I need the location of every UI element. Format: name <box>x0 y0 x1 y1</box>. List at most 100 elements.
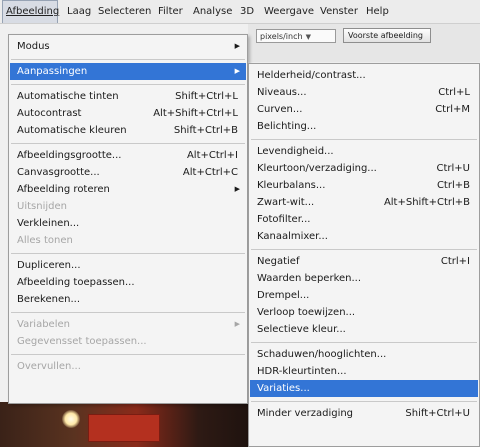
menu-item-label: Zwart-wit... <box>257 197 315 208</box>
image-menu-item-overvullen: Overvullen... <box>10 358 246 375</box>
menu-separator <box>11 253 245 254</box>
adjustments-item-fotofilter[interactable]: Fotofilter... <box>250 211 478 228</box>
menubar-item-analyse[interactable]: Analyse <box>193 0 232 23</box>
menu-item-label: Uitsnijden <box>17 201 67 212</box>
menu-item-label: HDR-kleurtinten... <box>257 366 347 377</box>
adjustments-item-belichting[interactable]: Belichting... <box>250 118 478 135</box>
menu-item-label: Negatief <box>257 256 300 267</box>
menu-item-label: Minder verzadiging <box>257 408 354 419</box>
adjustments-item-drempel[interactable]: Drempel... <box>250 287 478 304</box>
menu-bar: Afbeelding Laag Selecteren Filter Analyse 3D W… <box>0 0 480 24</box>
menu-item-label: Belichting... <box>257 121 317 132</box>
menu-item-shortcut: Alt+Shift+Ctrl+L <box>153 108 238 119</box>
lamp-highlight <box>62 410 80 428</box>
menu-item-label: Variaties... <box>257 383 310 394</box>
adjustments-item-kanaalmixer[interactable]: Kanaalmixer... <box>250 228 478 245</box>
menu-item-label: Verloop toewijzen... <box>257 307 356 318</box>
image-menu-item-berekenen[interactable]: Berekenen... <box>10 291 246 308</box>
image-menu-item-gegevensset-toepassen: Gegevensset toepassen... <box>10 333 246 350</box>
image-menu-item-dupliceren[interactable]: Dupliceren... <box>10 257 246 274</box>
submenu-arrow-icon: ▶ <box>234 42 240 50</box>
menu-separator <box>251 249 477 250</box>
adjustments-item-selectieve-kleur[interactable]: Selectieve kleur... <box>250 321 478 338</box>
resolution-unit-value: pixels/inch <box>260 32 303 41</box>
menu-item-shortcut: Ctrl+B <box>436 180 470 191</box>
image-menu-item-verkleinen[interactable]: Verkleinen... <box>10 215 246 232</box>
image-menu-item-automatische-tinten[interactable]: Automatische tinten Shift+Ctrl+L <box>10 88 246 105</box>
image-menu-item-uitsnijden: Uitsnijden <box>10 198 246 215</box>
adjustments-item-helderheid-contrast[interactable]: Helderheid/contrast... <box>250 67 478 84</box>
menu-item-label: Variabelen <box>17 319 70 330</box>
menu-item-shortcut: Ctrl+M <box>435 104 470 115</box>
menu-item-label: Curven... <box>257 104 303 115</box>
menu-separator <box>11 354 245 355</box>
menu-item-label: Overvullen... <box>17 361 81 372</box>
adjustments-item-kleurbalans[interactable]: Kleurbalans... Ctrl+B <box>250 177 478 194</box>
menu-item-label: Berekenen... <box>17 294 81 305</box>
menu-item-label: Kanaalmixer... <box>257 231 328 242</box>
menu-separator <box>11 143 245 144</box>
adjustments-item-curven[interactable]: Curven... Ctrl+M <box>250 101 478 118</box>
menu-item-label: Dupliceren... <box>17 260 81 271</box>
menu-item-label: Niveaus... <box>257 87 307 98</box>
menu-separator <box>11 59 245 60</box>
menu-item-label: Fotofilter... <box>257 214 311 225</box>
adjustments-item-zwart-wit[interactable]: Zwart-wit... Alt+Shift+Ctrl+B <box>250 194 478 211</box>
menubar-item-3d[interactable]: 3D <box>240 0 254 23</box>
menubar-item-selecteren[interactable]: Selecteren <box>98 0 151 23</box>
menu-item-label: Levendigheid... <box>257 146 334 157</box>
adjustments-item-kleurtoon-verzadiging[interactable]: Kleurtoon/verzadiging... Ctrl+U <box>250 160 478 177</box>
menu-item-label: Selectieve kleur... <box>257 324 346 335</box>
image-menu-item-afbeelding-roteren[interactable]: Afbeelding roteren ▶ <box>10 181 246 198</box>
adjustments-item-levendigheid[interactable]: Levendigheid... <box>250 143 478 160</box>
chevron-down-icon: ▼ <box>305 33 311 41</box>
menubar-item-afbeelding[interactable]: Afbeelding <box>2 0 59 23</box>
document-canvas <box>0 402 248 447</box>
menubar-item-help[interactable]: Help <box>366 0 389 23</box>
image-menu-item-alles-tonen: Alles tonen <box>10 232 246 249</box>
menu-item-label: Helderheid/contrast... <box>257 70 366 81</box>
menu-item-label: Waarden beperken... <box>257 273 362 284</box>
menu-item-label: Drempel... <box>257 290 310 301</box>
menu-item-label: Schaduwen/hooglichten... <box>257 349 387 360</box>
menu-item-shortcut: Shift+Ctrl+U <box>405 408 470 419</box>
image-menu-item-autocontrast[interactable]: Autocontrast Alt+Shift+Ctrl+L <box>10 105 246 122</box>
menu-separator <box>251 342 477 343</box>
menu-item-label: Afbeelding toepassen... <box>17 277 135 288</box>
resolution-unit-select[interactable]: pixels/inch ▼ <box>256 29 336 43</box>
menu-item-label: Alles tonen <box>17 235 73 246</box>
adjustments-item-minder-verzadiging[interactable]: Minder verzadiging Shift+Ctrl+U <box>250 405 478 422</box>
menu-item-label: Aanpassingen <box>17 66 88 77</box>
menu-item-label: Kleurbalans... <box>257 180 326 191</box>
adjustments-item-verloop-toewijzen[interactable]: Verloop toewijzen... <box>250 304 478 321</box>
menubar-item-filter[interactable]: Filter <box>158 0 183 23</box>
menu-item-shortcut: Shift+Ctrl+L <box>175 91 238 102</box>
menu-item-shortcut: Ctrl+L <box>438 87 470 98</box>
adjustments-item-hdr-kleurtinten[interactable]: HDR-kleurtinten... <box>250 363 478 380</box>
image-menu-item-modus[interactable]: Modus ▶ <box>10 38 246 55</box>
menu-separator <box>251 401 477 402</box>
menu-item-label: Kleurtoon/verzadiging... <box>257 163 377 174</box>
submenu-arrow-icon: ▶ <box>234 185 240 193</box>
menu-item-label: Autocontrast <box>17 108 82 119</box>
menubar-item-weergave[interactable]: Weergave <box>264 0 314 23</box>
front-image-button[interactable]: Voorste afbeelding <box>343 28 431 43</box>
menubar-item-venster[interactable]: Venster <box>320 0 358 23</box>
image-menu-item-canvasgrootte[interactable]: Canvasgrootte... Alt+Ctrl+C <box>10 164 246 181</box>
adjustments-item-variaties[interactable]: Variaties... <box>250 380 478 397</box>
image-menu: Modus ▶ Aanpassingen ▶ Automatische tinten Sh… <box>8 34 248 404</box>
adjustments-item-negatief[interactable]: Negatief Ctrl+I <box>250 253 478 270</box>
menubar-item-laag[interactable]: Laag <box>67 0 91 23</box>
menu-item-shortcut: Alt+Ctrl+I <box>186 150 238 161</box>
image-menu-item-afbeeldingsgrootte[interactable]: Afbeeldingsgrootte... Alt+Ctrl+I <box>10 147 246 164</box>
adjustments-item-waarden-beperken[interactable]: Waarden beperken... <box>250 270 478 287</box>
adjustments-item-niveaus[interactable]: Niveaus... Ctrl+L <box>250 84 478 101</box>
menu-item-label: Automatische tinten <box>17 91 119 102</box>
menu-item-shortcut: Alt+Ctrl+C <box>182 167 238 178</box>
image-menu-item-aanpassingen[interactable]: Aanpassingen ▶ <box>10 63 246 80</box>
menu-item-label: Automatische kleuren <box>17 125 127 136</box>
adjustments-item-schaduwen-hooglichten[interactable]: Schaduwen/hooglichten... <box>250 346 478 363</box>
image-menu-item-afbeelding-toepassen[interactable]: Afbeelding toepassen... <box>10 274 246 291</box>
image-menu-item-automatische-kleuren[interactable]: Automatische kleuren Shift+Ctrl+B <box>10 122 246 139</box>
menu-item-shortcut: Ctrl+I <box>440 256 470 267</box>
